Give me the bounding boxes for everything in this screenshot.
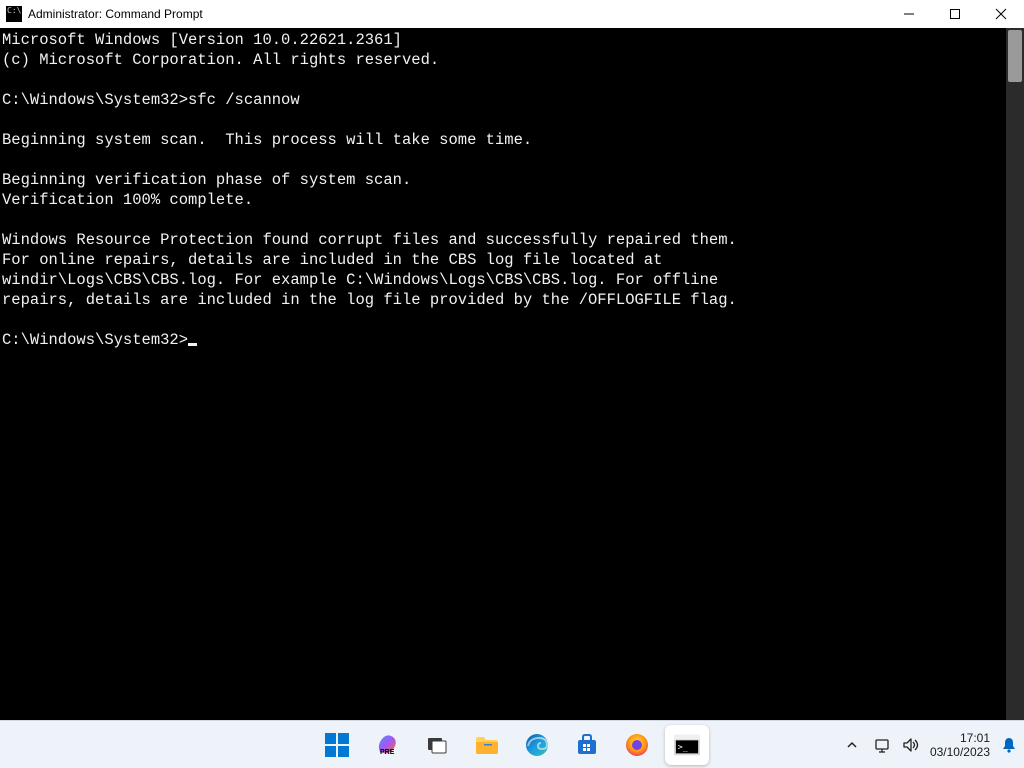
- taskbar-firefox-button[interactable]: [615, 725, 659, 765]
- taskbar-copilot-button[interactable]: PRE: [365, 725, 409, 765]
- minimize-button[interactable]: [886, 0, 932, 28]
- taskbar: PRE: [0, 720, 1024, 768]
- console-area[interactable]: Microsoft Windows [Version 10.0.22621.23…: [0, 28, 1024, 720]
- tray-notifications-button[interactable]: [1000, 736, 1018, 754]
- vertical-scrollbar[interactable]: [1006, 28, 1024, 720]
- tray-volume-icon[interactable]: [902, 736, 920, 754]
- tray-date: 03/10/2023: [930, 745, 990, 759]
- window-titlebar: Administrator: Command Prompt: [0, 0, 1024, 28]
- svg-text:PRE: PRE: [380, 749, 395, 756]
- scrollbar-thumb[interactable]: [1008, 30, 1022, 82]
- firefox-icon: [624, 732, 650, 758]
- taskbar-command-prompt-button[interactable]: >_: [665, 725, 709, 765]
- task-view-icon: [424, 732, 450, 758]
- tray-time: 17:01: [930, 731, 990, 745]
- console-prompt[interactable]: C:\Windows\System32>: [2, 331, 188, 349]
- folder-icon: [474, 732, 500, 758]
- taskbar-task-view-button[interactable]: [415, 725, 459, 765]
- taskbar-center: PRE: [315, 721, 709, 768]
- window-title: Administrator: Command Prompt: [28, 7, 203, 21]
- maximize-button[interactable]: [932, 0, 978, 28]
- taskbar-edge-button[interactable]: [515, 725, 559, 765]
- console-output[interactable]: Microsoft Windows [Version 10.0.22621.23…: [0, 28, 1004, 720]
- command-prompt-icon: >_: [674, 732, 700, 758]
- tray-clock[interactable]: 17:01 03/10/2023: [930, 731, 990, 759]
- tray-overflow-button[interactable]: [840, 735, 864, 755]
- close-button[interactable]: [978, 0, 1024, 28]
- svg-text:>_: >_: [678, 741, 689, 751]
- taskbar-start-button[interactable]: [315, 725, 359, 765]
- chevron-up-icon: [846, 739, 858, 751]
- console-cursor: [188, 343, 197, 346]
- system-tray: 17:01 03/10/2023: [840, 721, 1018, 768]
- edge-icon: [524, 732, 550, 758]
- store-icon: [574, 732, 600, 758]
- copilot-icon: PRE: [374, 732, 400, 758]
- tray-network-icon[interactable]: [874, 736, 892, 754]
- taskbar-file-explorer-button[interactable]: [465, 725, 509, 765]
- cmd-app-icon: [6, 6, 22, 22]
- windows-logo-icon: [324, 732, 350, 758]
- taskbar-store-button[interactable]: [565, 725, 609, 765]
